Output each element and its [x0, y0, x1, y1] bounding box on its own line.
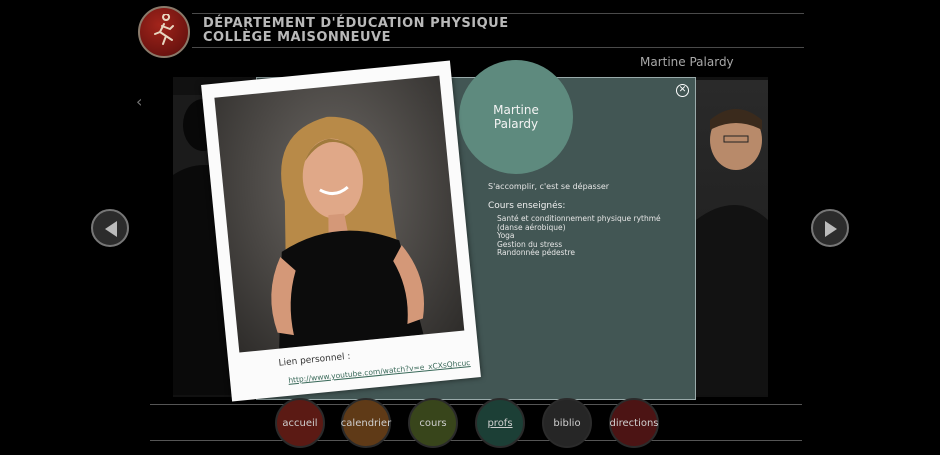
- header-line2: Collège Maisonneuve: [203, 30, 392, 45]
- nav-profs-button[interactable]: profs: [475, 398, 525, 448]
- close-icon[interactable]: ✕: [676, 84, 689, 97]
- teacher-polaroid: Lien personnel : http://www.youtube.com/…: [201, 60, 481, 402]
- teacher-photo: [214, 75, 465, 353]
- runner-logo-icon: [154, 14, 174, 45]
- teacher-photo-right[interactable]: [696, 80, 768, 395]
- list-item: Randonnée pédestre: [497, 248, 575, 257]
- header-bottom-rule: [192, 47, 804, 48]
- chevron-left-icon[interactable]: ‹: [136, 92, 142, 111]
- nav-top-rule: [150, 404, 802, 405]
- next-button[interactable]: [811, 209, 849, 247]
- nav-calendrier-button[interactable]: calendrier: [341, 398, 391, 448]
- arrow-left-icon: [105, 221, 117, 237]
- list-item: Santé et conditionnement physique rythmé…: [497, 214, 661, 232]
- modal-name: Martine Palardy: [493, 103, 539, 131]
- current-person-name: Martine Palardy: [640, 55, 734, 69]
- header-line1: Département d'éducation physique: [203, 16, 509, 31]
- college-logo: [138, 6, 190, 58]
- name-badge: Martine Palardy: [459, 60, 573, 174]
- nav-biblio-button[interactable]: biblio: [542, 398, 592, 448]
- nav-accueil-button[interactable]: accueil: [275, 398, 325, 448]
- nav-directions-button[interactable]: directions: [609, 398, 659, 448]
- nav-cours-button[interactable]: cours: [408, 398, 458, 448]
- teacher-motto: S'accomplir, c'est se dépasser: [488, 182, 610, 191]
- courses-heading: Cours enseignés:: [488, 201, 566, 211]
- nav-bottom-rule: [150, 440, 802, 441]
- arrow-right-icon: [825, 221, 837, 237]
- prev-button[interactable]: [91, 209, 129, 247]
- personal-link-label: Lien personnel :: [278, 351, 351, 369]
- courses-list: Santé et conditionnement physique rythmé…: [497, 214, 687, 258]
- header-top-rule: [192, 13, 804, 14]
